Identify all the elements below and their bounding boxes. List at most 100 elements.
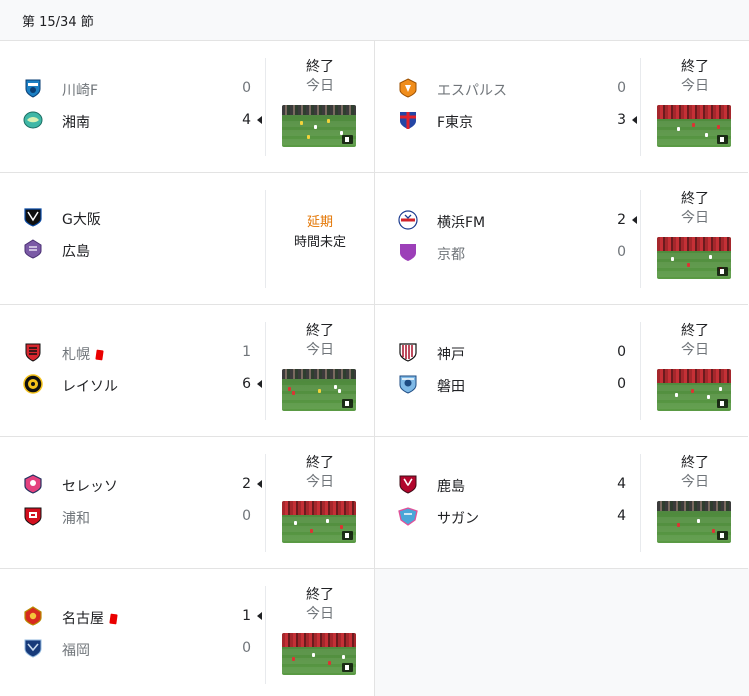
home-team-row: G大阪 [22,205,264,229]
away-score: 4 [242,112,251,128]
highlight-video-thumbnail[interactable] [657,105,731,147]
status-date-label: 今日 [681,474,709,490]
player-figure [288,387,291,391]
away-team-name-text: 京都 [437,247,465,263]
home-team-name-text: 鹿島 [437,479,465,495]
match-card[interactable]: セレッソ 2 浦和 0 終了 今日 [0,437,374,569]
winner-arrow-icon [632,116,637,124]
match-card[interactable]: 札幌 1 レイソル 6 終了 今日 [0,305,374,437]
time-undecided-label: 時間未定 [293,235,346,250]
away-team-name: サガン [437,508,479,528]
home-team-name: 鹿島 [437,476,465,496]
player-figure [705,133,708,137]
highlight-video-thumbnail[interactable] [282,501,356,543]
avispa-fukuoka-logo [22,637,44,659]
away-score: 0 [242,508,251,524]
video-play-icon [342,135,353,144]
player-figure [318,389,321,393]
player-figure [312,653,315,657]
away-team-name-text: 磐田 [437,379,465,395]
player-figure [340,525,343,529]
away-team-name: 浦和 [62,508,90,528]
home-score: 4 [617,476,626,492]
highlight-video-thumbnail[interactable] [657,369,731,411]
highlight-video-thumbnail[interactable] [657,501,731,543]
stadium-crowd [282,369,356,379]
player-figure [314,125,317,129]
winner-arrow-icon [257,116,262,124]
player-figure [328,661,331,665]
away-team-name: 広島 [62,241,90,261]
player-figure [675,393,678,397]
kashima-antlers-logo [397,473,419,495]
home-team-name: エスパルス [437,80,507,100]
highlight-video-thumbnail[interactable] [282,633,356,675]
match-card[interactable]: 神戸 0 磐田 0 終了 今日 [374,305,748,437]
match-card[interactable]: 川崎F 0 湘南 4 終了 今日 [0,41,374,173]
home-team-name-text: セレッソ [62,479,118,495]
winner-arrow-icon [257,480,262,488]
player-figure [342,655,345,659]
match-status: 終了 今日 [641,58,749,96]
status-ended-label: 終了 [681,59,709,75]
status-ended-label: 終了 [306,59,334,75]
home-team-row: エスパルス 0 [397,76,639,100]
highlight-video-thumbnail[interactable] [282,105,356,147]
away-team-name-text: 福岡 [62,643,90,659]
away-team-name: F東京 [437,112,473,132]
home-team-row: 名古屋 1 [22,604,264,628]
player-figure [292,391,295,395]
home-team-name: G大阪 [62,209,101,229]
fc-tokyo-logo [397,109,419,131]
home-score: 0 [242,80,251,96]
highlight-video-thumbnail[interactable] [657,237,731,279]
away-team-name-text: 広島 [62,244,90,260]
home-score: 0 [617,80,626,96]
stadium-crowd [657,501,731,511]
home-team-row: 鹿島 4 [397,472,639,496]
player-figure [697,519,700,523]
pitch-stripe [282,649,356,655]
match-card[interactable]: エスパルス 0 F東京 3 終了 今日 [374,41,748,173]
home-team-name-text: 名古屋 [62,611,104,627]
away-score: 0 [617,376,626,392]
red-card-icon [109,613,118,625]
status-date-label: 今日 [681,342,709,358]
match-card[interactable]: 名古屋 1 福岡 0 終了 今日 [0,569,374,696]
video-play-icon [717,399,728,408]
player-figure [677,523,680,527]
red-card-icon [95,349,104,361]
away-score: 0 [242,640,251,656]
home-team-row: 横浜FM 2 [397,208,639,232]
away-team-name: 磐田 [437,376,465,396]
home-team-name-text: 横浜FM [437,215,486,231]
pitch-stripe [657,253,731,259]
match-card[interactable]: 鹿島 4 サガン 4 終了今日 [374,437,748,569]
pitch-stripe [657,517,731,523]
stadium-crowd [282,105,356,115]
match-card[interactable]: G大阪 広島 延期 時間未定 [0,173,374,305]
match-status: 終了 今日 [641,454,749,492]
cerezo-osaka-logo [22,473,44,495]
player-figure [719,387,722,391]
empty-cell [374,568,749,696]
video-play-icon [717,267,728,276]
match-card[interactable]: 横浜FM 2 京都 0 終了 今日 [374,173,748,305]
home-score: 1 [242,608,251,624]
jubilo-iwata-logo [397,373,419,395]
video-play-icon [342,663,353,672]
video-play-icon [342,531,353,540]
sagan-tosu-logo [397,505,419,527]
video-play-icon [717,531,728,540]
home-score: 2 [242,476,251,492]
match-status: 終了 今日 [266,586,374,624]
status-ended-label: 終了 [681,455,709,471]
highlight-video-thumbnail[interactable] [282,369,356,411]
away-team-name-text: 湘南 [62,115,90,131]
player-figure [338,389,341,393]
home-team-name: 神戸 [437,344,465,364]
player-figure [300,121,303,125]
away-team-row: F東京 3 [397,108,639,132]
stadium-crowd [282,501,356,515]
status-date-label: 今日 [681,78,709,94]
